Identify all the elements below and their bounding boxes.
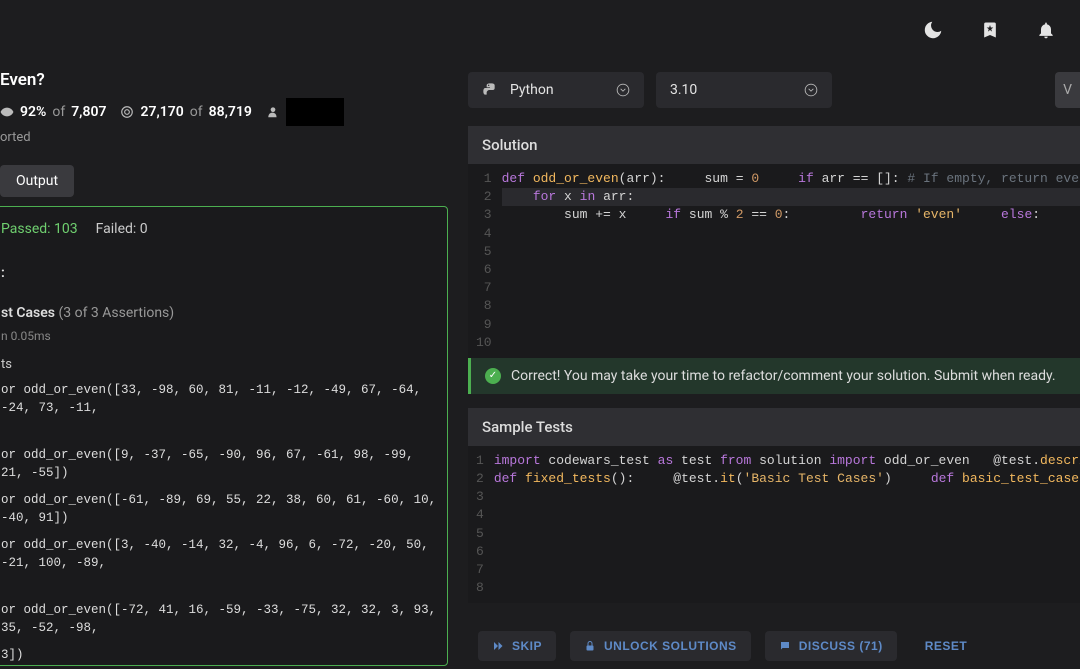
test-line: or odd_or_even([-72, 41, 16, -59, -33, -… (1, 602, 437, 637)
check-icon: ✓ (485, 368, 501, 384)
output-panel: Passed: 103 Failed: 0 : st Cases (3 of 3… (0, 206, 448, 666)
tests-editor[interactable]: 12345678 import codewars_test as test fr… (468, 446, 1080, 604)
language-selector[interactable]: Python (468, 72, 644, 108)
success-message: ✓ Correct! You may take your time to ref… (468, 358, 1080, 394)
chevron-down-icon (616, 83, 630, 97)
test-line: or odd_or_even([-61, -89, 69, 55, 22, 38… (1, 492, 437, 527)
discuss-button[interactable]: DISCUSS (71) (765, 631, 897, 661)
test-line-trail: 3]) (1, 647, 437, 665)
attempts-stat: 27,170 of 88,719 (120, 104, 251, 120)
kata-title: Even? (0, 70, 344, 90)
test-time: n 0.05ms (1, 329, 437, 343)
language-label: Python (510, 82, 554, 98)
skip-button[interactable]: SKIP (478, 631, 556, 661)
reset-button[interactable]: RESET (911, 631, 982, 661)
lock-icon (584, 640, 596, 652)
version-selector[interactable]: 3.10 (656, 72, 832, 108)
tab-output[interactable]: Output (0, 165, 74, 197)
theme-toggle-icon[interactable] (922, 19, 944, 41)
subtext: orted (0, 130, 344, 145)
solution-editor[interactable]: 12345678910 def odd_or_even(arr): sum = … (468, 164, 1080, 358)
failed-count: Failed: 0 (96, 221, 148, 237)
test-cases-heading: st Cases (3 of 3 Assertions) (1, 305, 437, 321)
author-avatar (286, 98, 344, 126)
bell-icon[interactable] (1036, 19, 1056, 41)
unlock-solutions-button[interactable]: UNLOCK SOLUTIONS (570, 631, 751, 661)
chevron-down-icon (804, 83, 818, 97)
output-colon: : (1, 265, 437, 281)
passed-count: Passed: 103 (1, 221, 78, 237)
author-stat[interactable] (266, 98, 344, 126)
skip-icon (492, 640, 504, 652)
solution-panel-head: Solution (468, 126, 1080, 164)
tests-subhead: ts (1, 357, 437, 372)
tests-panel-head: Sample Tests (468, 408, 1080, 446)
version-label: 3.10 (670, 82, 697, 98)
test-line: or odd_or_even([3, -40, -14, 32, -4, 96,… (1, 537, 437, 572)
comment-icon (779, 640, 791, 652)
completion-stat: 92% of 7,807 (0, 104, 106, 120)
python-icon (482, 82, 498, 98)
test-line: or odd_or_even([9, -37, -65, -90, 96, 67… (1, 447, 437, 482)
bookmark-icon[interactable] (980, 20, 1000, 40)
test-line: or odd_or_even([33, -98, 60, 81, -11, -1… (1, 382, 437, 417)
vim-toggle[interactable]: V (1055, 72, 1080, 108)
